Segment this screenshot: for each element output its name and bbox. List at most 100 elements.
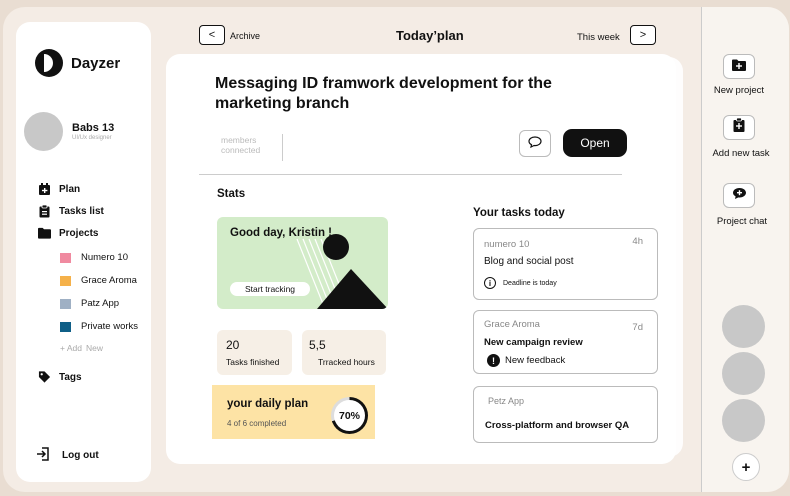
task-time: 4h	[632, 236, 643, 247]
progress-ring: 70%	[331, 397, 368, 434]
project-item-private-works[interactable]: Private works	[60, 315, 138, 338]
add-member-button[interactable]: +	[732, 453, 760, 481]
main-card: Messaging ID framwork development for th…	[166, 54, 676, 464]
add-new-project-link[interactable]: + Add New	[60, 338, 138, 358]
new-project-label: New project	[713, 85, 765, 96]
clipboard-plus-icon	[733, 117, 745, 137]
app-frame: Dayzer Babs 13 UI/Ux designer Plan Tasks…	[3, 7, 789, 492]
stats-heading: Stats	[217, 188, 246, 200]
profile-name: Babs 13	[72, 122, 115, 134]
add-new-label: New	[85, 343, 103, 353]
open-button[interactable]: Open	[563, 129, 627, 157]
logout-label: Log out	[62, 450, 99, 461]
members-connected: members connected	[221, 135, 261, 155]
project-item-patz-app[interactable]: Patz App	[60, 292, 138, 315]
daily-plan-card: your daily plan 4 of 6 completed 70%	[212, 385, 375, 439]
stat-value: 5,5	[309, 338, 326, 352]
add-prefix: + Add	[60, 343, 82, 353]
clipboard-icon	[38, 204, 51, 218]
task-project: Grace Aroma	[484, 319, 540, 330]
start-tracking-button[interactable]: Start tracking	[230, 282, 310, 296]
avatar[interactable]	[722, 305, 765, 348]
task-note: Deadline is today	[503, 279, 557, 287]
task-time: 7d	[632, 322, 643, 333]
add-task-label: Add new task	[712, 148, 770, 159]
chat-plus-icon	[732, 187, 747, 205]
stat-label: Tasks finished	[226, 357, 280, 367]
task-title: Blog and social post	[484, 256, 574, 267]
info-icon: i	[484, 277, 496, 289]
task-card[interactable]: Grace Aroma 7d New campaign review ! New…	[473, 310, 658, 374]
archive-link[interactable]: Archive	[230, 31, 260, 41]
chat-bubble-icon	[528, 135, 542, 153]
new-project-button[interactable]	[723, 54, 755, 79]
greeting-card: Good day, Kristin ! Start tracking	[217, 217, 388, 309]
sidebar-item-label: Tasks list	[59, 205, 104, 217]
sidebar: Dayzer Babs 13 UI/Ux designer Plan Tasks…	[16, 22, 151, 482]
task-title: New campaign review	[484, 337, 583, 348]
project-color-swatch	[60, 275, 71, 286]
project-color-swatch	[60, 321, 71, 332]
task-feedback: ! New feedback	[487, 354, 565, 367]
divider	[199, 174, 622, 175]
project-list: Numero 10 Grace Aroma Patz App Private w…	[60, 246, 138, 358]
profile-role: UI/Ux designer	[72, 135, 112, 141]
task-project: Petz App	[488, 396, 525, 406]
folder-plus-icon	[732, 58, 746, 76]
project-label: Patz App	[81, 298, 120, 309]
chevron-right-icon: >	[639, 29, 647, 41]
avatar[interactable]	[722, 352, 765, 395]
nav: Plan Tasks list Projects Numero 10 Grace…	[38, 178, 138, 388]
avatar[interactable]	[722, 399, 765, 442]
sidebar-item-tasks-list[interactable]: Tasks list	[38, 200, 138, 222]
task-card[interactable]: numero 10 4h Blog and social post i Dead…	[473, 228, 658, 300]
project-title: Messaging ID framwork development for th…	[215, 75, 552, 112]
greeting-text: Good day, Kristin !	[230, 227, 333, 239]
project-color-swatch	[60, 298, 71, 309]
stat-tasks-finished: 20 Tasks finished	[217, 330, 292, 375]
avatar	[24, 112, 63, 151]
folder-icon	[38, 227, 51, 240]
tasks-heading: Your tasks today	[473, 207, 565, 219]
chevron-left-icon: <	[208, 29, 216, 41]
stat-label: Trracked hours	[318, 357, 375, 367]
task-title: Cross-platform and browser QA	[485, 420, 630, 431]
progress-percent: 70%	[334, 400, 365, 431]
chat-button[interactable]	[519, 130, 551, 157]
task-card[interactable]: Petz App Cross-platform and browser QA	[473, 386, 658, 443]
task-project: numero 10	[484, 239, 530, 250]
next-button[interactable]: >	[630, 25, 656, 45]
sidebar-item-tags[interactable]: Tags	[38, 366, 138, 388]
add-task-button[interactable]	[723, 115, 755, 140]
logout-button[interactable]: Log out	[36, 447, 99, 464]
sidebar-item-label: Plan	[59, 183, 81, 195]
right-rail: New project Add new task Project chat +	[702, 7, 789, 492]
page-title: Today’plan	[396, 28, 464, 43]
project-chat-button[interactable]	[723, 183, 755, 208]
sidebar-item-plan[interactable]: Plan	[38, 178, 138, 200]
logout-icon	[36, 447, 50, 464]
sidebar-item-label: Tags	[59, 371, 82, 383]
this-week-label: This week	[577, 32, 620, 43]
project-color-swatch	[60, 252, 71, 263]
sidebar-item-label: Projects	[59, 227, 99, 239]
alert-icon: !	[487, 354, 500, 367]
app-name: Dayzer	[71, 54, 121, 72]
project-item-numero-10[interactable]: Numero 10	[60, 246, 138, 269]
profile[interactable]: Babs 13 UI/Ux designer	[24, 112, 114, 151]
logo-icon	[35, 49, 63, 77]
project-label: Private works	[81, 321, 139, 332]
project-chat-label: Project chat	[716, 216, 768, 227]
calendar-plus-icon	[38, 182, 51, 196]
stat-tracked-hours: 5,5 Trracked hours	[302, 330, 386, 375]
task-note: New feedback	[505, 355, 566, 366]
sidebar-item-projects[interactable]: Projects	[38, 222, 138, 244]
divider	[282, 134, 283, 161]
plus-icon: +	[741, 458, 751, 476]
stat-value: 20	[226, 338, 240, 352]
project-item-grace-aroma[interactable]: Grace Aroma	[60, 269, 138, 292]
tag-icon	[38, 371, 51, 384]
project-label: Numero 10	[81, 252, 128, 263]
logo[interactable]: Dayzer	[35, 49, 120, 77]
prev-button[interactable]: <	[199, 25, 225, 45]
